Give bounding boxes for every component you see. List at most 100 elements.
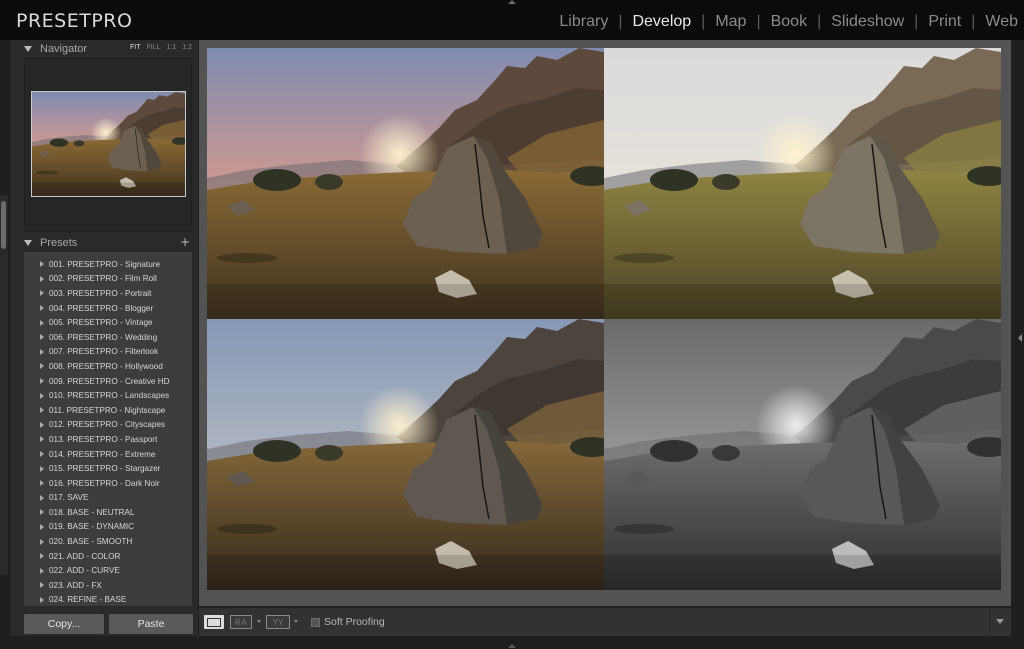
navigator-option-fit[interactable]: FIT (130, 44, 141, 51)
survey-photo-preset-cool[interactable] (207, 319, 604, 590)
preset-folder[interactable]: 010. PRESETPRO - Landscapes (24, 388, 192, 403)
preset-folder[interactable]: 015. PRESETPRO - Stargazer (24, 461, 192, 476)
module-print[interactable]: Print (928, 13, 961, 31)
preset-folder[interactable]: 020. BASE - SMOOTH (24, 534, 192, 549)
expand-triangle-icon (40, 261, 44, 268)
expand-triangle-icon (40, 319, 44, 326)
preset-folder[interactable]: 019. BASE - DYNAMIC (24, 520, 192, 535)
navigator-header[interactable]: Navigator FIT FILL 1:1 1:2 (10, 40, 198, 58)
module-separator: | (701, 13, 706, 30)
preset-folder-label: 007. PRESETPRO - Filterlook (49, 347, 159, 357)
top-panel-toggle-icon[interactable] (508, 0, 516, 4)
preset-folder-label: 016. PRESETPRO - Dark Noir (49, 478, 160, 488)
preset-list: 001. PRESETPRO - Signature 002. PRESETPRO… (24, 252, 192, 606)
expand-triangle-icon (40, 553, 44, 560)
expand-triangle-icon (40, 509, 44, 516)
compare-dropdown-icon[interactable] (294, 620, 298, 623)
module-develop[interactable]: Develop (632, 13, 691, 31)
survey-photo-preset-bright[interactable] (604, 48, 1001, 319)
preset-folder[interactable]: 003. PRESETPRO - Portrait (24, 286, 192, 301)
preset-folder[interactable]: 002. PRESETPRO - Film Roll (24, 272, 192, 287)
expand-triangle-icon (40, 465, 44, 472)
preset-folder[interactable]: 016. PRESETPRO - Dark Noir (24, 476, 192, 491)
before-after-view-button[interactable]: RA (230, 615, 252, 629)
preset-folder[interactable]: 021. ADD - COLOR (24, 549, 192, 564)
soft-proofing-label: Soft Proofing (324, 616, 385, 628)
navigator-option-1-1[interactable]: 1:1 (167, 44, 177, 51)
preset-folder[interactable]: 017. SAVE (24, 491, 192, 506)
preset-folder[interactable]: 009. PRESETPRO - Creative HD (24, 374, 192, 389)
module-library[interactable]: Library (559, 13, 608, 31)
preset-folder[interactable]: 023. ADD - FX (24, 578, 192, 593)
copy-button[interactable]: Copy... (24, 614, 104, 634)
expand-triangle-icon (40, 363, 44, 370)
preset-folder-label: 002. PRESETPRO - Film Roll (49, 274, 157, 284)
filmstrip-toggle-icon[interactable] (508, 644, 516, 648)
left-panel: Navigator FIT FILL 1:1 1:2 Presets + 001… (10, 40, 198, 636)
expand-triangle-icon (40, 348, 44, 355)
left-panel-scrollbar[interactable] (0, 195, 8, 575)
preset-folder-label: 001. PRESETPRO - Signature (49, 259, 161, 269)
preset-folder-label: 003. PRESETPRO - Portrait (49, 288, 152, 298)
preset-folder-label: 008. PRESETPRO - Hollywood (49, 361, 163, 371)
navigator-thumbnail[interactable] (31, 91, 186, 197)
navigator-preview (24, 58, 192, 232)
toolbar-menu-chevron-icon[interactable] (989, 608, 1011, 636)
module-book[interactable]: Book (771, 13, 807, 31)
brand-logo: PRESETPRO (16, 10, 133, 32)
preset-folder[interactable]: 012. PRESETPRO - Cityscapes (24, 418, 192, 433)
expand-triangle-icon (40, 436, 44, 443)
preset-folder[interactable]: 007. PRESETPRO - Filterlook (24, 345, 192, 360)
module-bar: PRESETPRO Library | Develop | Map | Book | Slide… (0, 0, 1024, 40)
preset-folder-label: 005. PRESETPRO - Vintage (49, 318, 153, 328)
preset-folder[interactable]: 004. PRESETPRO - Blogger (24, 301, 192, 316)
preset-folder[interactable]: 001. PRESETPRO - Signature (24, 257, 192, 272)
navigator-option-1-2[interactable]: 1:2 (182, 44, 192, 51)
preset-folder-label: 020. BASE - SMOOTH (49, 537, 133, 547)
compare-view-button[interactable]: YY (266, 615, 290, 629)
preset-folder[interactable]: 005. PRESETPRO - Vintage (24, 315, 192, 330)
image-view-area (199, 40, 1011, 606)
preset-folder[interactable]: 008. PRESETPRO - Hollywood (24, 359, 192, 374)
expand-triangle-icon (40, 480, 44, 487)
expand-triangle-icon (40, 494, 44, 501)
preset-folder[interactable]: 006. PRESETPRO - Wedding (24, 330, 192, 345)
preset-folder-label: 015. PRESETPRO - Stargazer (49, 464, 161, 474)
preset-folder-label: 013. PRESETPRO - Passport (49, 434, 158, 444)
add-preset-icon[interactable]: + (180, 235, 190, 249)
preset-folder-label: 024. REFINE - BASE (49, 595, 127, 605)
scrollbar-thumb[interactable] (1, 201, 6, 249)
preset-folder[interactable]: 018. BASE - NEUTRAL (24, 505, 192, 520)
module-picker: Library | Develop | Map | Book | Slideshow | Print… (559, 13, 1018, 31)
module-web[interactable]: Web (985, 13, 1018, 31)
paste-button[interactable]: Paste (109, 614, 193, 634)
preset-folder[interactable]: 013. PRESETPRO - Passport (24, 432, 192, 447)
before-after-dropdown-icon[interactable] (257, 620, 261, 623)
presets-title: Presets (40, 237, 78, 249)
right-panel-toggle-icon[interactable] (1018, 334, 1022, 342)
module-separator: | (817, 13, 822, 30)
preset-folder[interactable]: 022. ADD - CURVE (24, 563, 192, 578)
module-map[interactable]: Map (715, 13, 746, 31)
preset-folder[interactable]: 014. PRESETPRO - Extreme (24, 447, 192, 462)
expand-triangle-icon (40, 538, 44, 545)
soft-proofing-checkbox[interactable] (311, 618, 320, 627)
presets-header[interactable]: Presets + (10, 234, 198, 252)
preset-folder-label: 023. ADD - FX (49, 580, 102, 590)
survey-photo-preset-bw[interactable] (604, 319, 1001, 590)
loupe-view-button[interactable] (204, 615, 224, 629)
expand-triangle-icon (40, 407, 44, 414)
preset-folder[interactable]: 024. REFINE - BASE (24, 593, 192, 606)
module-separator: | (756, 13, 761, 30)
survey-photo-original-warm[interactable] (207, 48, 604, 319)
preset-folder-label: 017. SAVE (49, 493, 89, 503)
collapse-triangle-icon (24, 240, 32, 246)
module-slideshow[interactable]: Slideshow (831, 13, 904, 31)
preset-folder[interactable]: 011. PRESETPRO - Nightscape (24, 403, 192, 418)
expand-triangle-icon (40, 378, 44, 385)
preset-folder-label: 021. ADD - COLOR (49, 551, 121, 561)
expand-triangle-icon (40, 582, 44, 589)
navigator-option-fill[interactable]: FILL (147, 44, 161, 51)
navigator-zoom-options: FIT FILL 1:1 1:2 (130, 44, 192, 51)
preset-folder-label: 011. PRESETPRO - Nightscape (49, 405, 166, 415)
